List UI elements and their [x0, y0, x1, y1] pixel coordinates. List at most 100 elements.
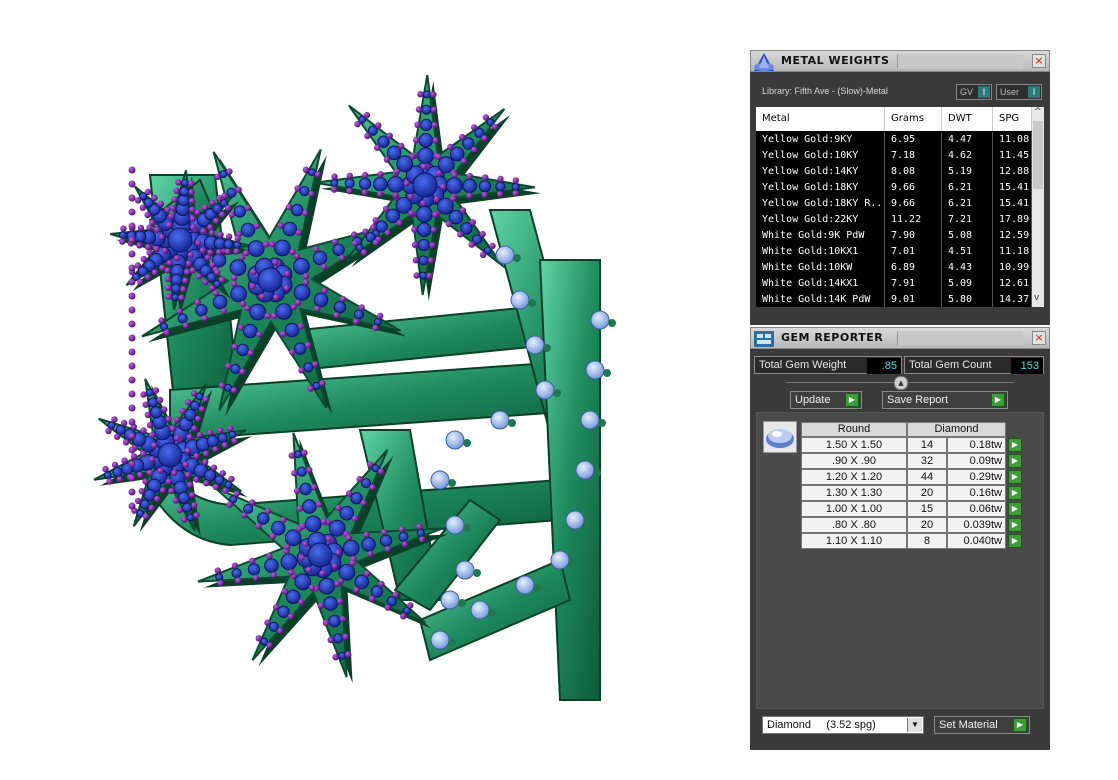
- metal-table-row[interactable]: Yellow Gold:18KY 9.66 6.21 15.41: [756, 180, 1032, 196]
- column-header-grams[interactable]: Grams: [885, 107, 942, 131]
- select-gem-go-icon[interactable]: ▶: [1008, 470, 1022, 484]
- column-header-spg[interactable]: SPG: [993, 107, 1032, 131]
- gem-reporter-panel: Total Gem Weight .85 Total Gem Count 153…: [750, 349, 1050, 750]
- vertical-scrollbar[interactable]: ^ v: [1032, 107, 1044, 307]
- prong: [216, 194, 223, 202]
- prong: [193, 512, 200, 519]
- prong: [378, 580, 385, 588]
- blue-gem: [257, 512, 270, 525]
- metal-table-row[interactable]: Yellow Gold:22KY 11.22 7.21 17.89: [756, 212, 1032, 228]
- blue-gem: [398, 531, 409, 542]
- prong: [287, 613, 295, 620]
- prong: [314, 171, 322, 178]
- prong: [156, 396, 164, 404]
- prong: [481, 135, 488, 142]
- blue-gem: [353, 309, 364, 320]
- metal-table-row[interactable]: White Gold:14K PdW 9.01 5.80 14.37: [756, 292, 1032, 307]
- prong: [314, 305, 321, 313]
- select-gem-go-icon[interactable]: ▶: [1008, 438, 1022, 452]
- gem-report-grid[interactable]: Round Diamond 1.50 X 1.50 14 0.18tw ▶ .90 X …: [756, 412, 1044, 709]
- prong: [202, 278, 209, 286]
- gem-row[interactable]: 1.50 X 1.50 14 0.18tw ▶: [801, 437, 1024, 453]
- prong: [171, 469, 178, 477]
- blue-gem: [136, 509, 145, 518]
- gem-cell-size: 1.10 X 1.10: [801, 533, 907, 549]
- prong: [339, 615, 347, 623]
- scroll-down-icon[interactable]: v: [1034, 293, 1039, 303]
- gem-cell-weight: 0.29tw: [947, 469, 1006, 485]
- metal-table-row[interactable]: White Gold:10KX1 7.01 4.51 11.18: [756, 244, 1032, 260]
- select-gem-go-icon[interactable]: ▶: [1008, 502, 1022, 516]
- prong: [231, 437, 238, 445]
- chevron-down-icon[interactable]: ▼: [907, 718, 922, 732]
- blue-gem: [115, 424, 126, 435]
- prong: [368, 595, 376, 602]
- metal-weights-titlebar[interactable]: METAL WEIGHTS ×: [750, 50, 1050, 72]
- light-gem: [430, 630, 450, 650]
- gem-row[interactable]: .80 X .80 20 0.039tw ▶: [801, 517, 1024, 533]
- gem-row[interactable]: 1.00 X 1.00 15 0.06tw ▶: [801, 501, 1024, 517]
- prong: [128, 348, 136, 356]
- prong: [262, 241, 270, 248]
- gem-reporter-titlebar[interactable]: GEM REPORTER ×: [750, 327, 1050, 349]
- scrollbar-thumb[interactable]: [1033, 121, 1043, 189]
- metal-table-row[interactable]: Yellow Gold:14KY 8.08 5.19 12.88: [756, 164, 1032, 180]
- metal-table-row[interactable]: Yellow Gold:18KY R... 9.66 6.21 15.41: [756, 196, 1032, 212]
- metal-table-row[interactable]: White Gold:9K PdW 7.90 5.08 12.59: [756, 228, 1032, 244]
- prong: [231, 562, 239, 569]
- metal-weights-close-button[interactable]: ×: [1032, 54, 1046, 68]
- select-gem-go-icon[interactable]: ▶: [1008, 486, 1022, 500]
- collapse-handle[interactable]: ▲: [786, 376, 1014, 390]
- gv-toggle-label: GV: [960, 87, 974, 97]
- blue-gem: [354, 574, 370, 590]
- select-gem-go-icon[interactable]: ▶: [1008, 454, 1022, 468]
- gem-row[interactable]: .90 X .90 32 0.09tw ▶: [801, 453, 1024, 469]
- material-select[interactable]: Diamond (3.52 spg) ▼: [762, 716, 924, 734]
- collapse-arrow-icon[interactable]: ▲: [894, 376, 908, 390]
- gem-cell-count: 44: [907, 469, 947, 485]
- gem-row[interactable]: 1.10 X 1.10 8 0.040tw ▶: [801, 533, 1024, 549]
- prong: [401, 541, 409, 548]
- blue-gem: [370, 585, 383, 598]
- metal-cell-metal: Yellow Gold:22KY: [756, 212, 885, 228]
- titlebar-filler: [897, 331, 1023, 345]
- blue-gem: [307, 168, 316, 177]
- scroll-up-icon[interactable]: ^: [1034, 107, 1042, 117]
- prong: [335, 504, 342, 512]
- metal-cell-spg: 14.37: [993, 292, 1032, 307]
- metal-cell-spg: 17.89: [993, 212, 1032, 228]
- update-button[interactable]: Update ▶: [790, 391, 862, 409]
- blue-gem: [219, 170, 228, 179]
- blue-gem: [291, 203, 304, 217]
- gem-row[interactable]: 1.30 X 1.30 20 0.16tw ▶: [801, 485, 1024, 501]
- blue-gem: [312, 381, 321, 390]
- column-header-dwt[interactable]: DWT: [942, 107, 993, 131]
- bead: [598, 419, 606, 427]
- ring-3d-viewport[interactable]: [0, 0, 740, 780]
- select-gem-go-icon[interactable]: ▶: [1008, 534, 1022, 548]
- prong: [319, 380, 326, 387]
- metal-table-row[interactable]: Yellow Gold:10KY 7.18 4.62 11.45: [756, 148, 1032, 164]
- metal-table-row[interactable]: Yellow Gold:9KY 6.95 4.47 11.08: [756, 132, 1032, 148]
- gem-reporter-close-button[interactable]: ×: [1032, 331, 1046, 345]
- user-toggle[interactable]: User I: [996, 84, 1042, 100]
- blue-gem: [228, 430, 237, 439]
- blue-gem: [186, 513, 195, 522]
- blue-gem: [299, 482, 312, 496]
- prong: [249, 557, 256, 565]
- round-gem-icon[interactable]: [763, 421, 797, 453]
- metal-table-row[interactable]: White Gold:14KX1 7.91 5.09 12.61: [756, 276, 1032, 292]
- prong: [339, 295, 347, 303]
- column-header-metal[interactable]: Metal: [756, 107, 885, 131]
- center-gem: [157, 442, 183, 468]
- metal-table-row[interactable]: White Gold:10KW 6.89 4.43 10.99: [756, 260, 1032, 276]
- gv-toggle[interactable]: GV I: [956, 84, 992, 100]
- gem-row[interactable]: 1.20 X 1.20 44 0.29tw ▶: [801, 469, 1024, 485]
- set-material-button[interactable]: Set Material ▶: [934, 716, 1030, 734]
- prong: [432, 211, 439, 218]
- prong: [151, 194, 158, 202]
- metal-weights-table[interactable]: Metal Grams DWT SPG Yellow Gold:9KY 6.95 4…: [756, 107, 1044, 307]
- save-report-button[interactable]: Save Report ▶: [882, 391, 1008, 409]
- select-gem-go-icon[interactable]: ▶: [1008, 518, 1022, 532]
- metal-cell-dwt: 4.47: [942, 132, 993, 148]
